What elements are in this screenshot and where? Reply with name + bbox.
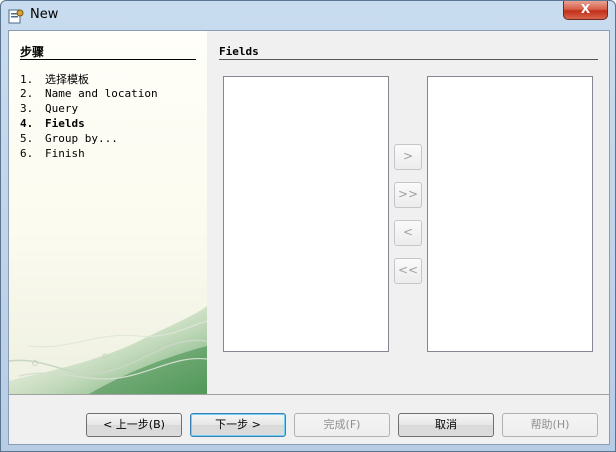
move-left-button[interactable]: <	[394, 220, 422, 246]
step-number: 3.	[20, 102, 34, 115]
step-number: 2.	[20, 87, 34, 100]
step-number: 4.	[20, 117, 34, 130]
step-item: 6. Finish	[20, 147, 85, 160]
wizard-window: New X 步骤 1. 选择模板 2. Name and location 3. Qu…	[0, 0, 616, 452]
step-item-active: 4. Fields	[20, 117, 85, 130]
close-button[interactable]: X	[563, 1, 608, 20]
step-label: Name and location	[45, 87, 158, 100]
next-button[interactable]: 下一步 >	[190, 413, 286, 437]
move-all-right-button[interactable]: >>	[394, 182, 422, 208]
step-item: 5. Group by...	[20, 132, 118, 145]
step-label: Fields	[45, 117, 85, 130]
page-title: Fields	[219, 45, 259, 58]
move-all-left-button[interactable]: <<	[394, 258, 422, 284]
fields-page: Fields > >> < <<	[207, 31, 609, 394]
finish-button[interactable]: 完成(F)	[294, 413, 390, 437]
footer-divider	[9, 394, 609, 395]
step-number: 1.	[20, 73, 34, 86]
close-icon: X	[580, 2, 591, 16]
window-title: New	[30, 7, 59, 22]
back-button[interactable]: < 上一步(B)	[86, 413, 182, 437]
help-button[interactable]: 帮助(H)	[502, 413, 598, 437]
steps-divider	[20, 59, 196, 60]
step-number: 5.	[20, 132, 34, 145]
step-label: Query	[45, 102, 79, 115]
steps-panel: 步骤 1. 选择模板 2. Name and location 3. Query 4.…	[9, 31, 207, 394]
step-item: 2. Name and location	[20, 87, 158, 100]
decorative-swirl-graphic	[9, 306, 207, 394]
move-right-button[interactable]: >	[394, 144, 422, 170]
step-item: 3. Query	[20, 102, 78, 115]
step-label: Group by...	[45, 132, 118, 145]
step-label: 选择模板	[45, 73, 89, 86]
steps-heading: 步骤	[20, 45, 45, 59]
cancel-button[interactable]: 取消	[398, 413, 494, 437]
step-number: 6.	[20, 147, 34, 160]
title-bar[interactable]: New X	[1, 1, 615, 30]
step-label: Finish	[45, 147, 85, 160]
selected-fields-list[interactable]	[427, 76, 593, 352]
app-icon	[8, 9, 24, 24]
title-divider	[219, 59, 598, 60]
available-fields-list[interactable]	[223, 76, 389, 352]
step-item: 1. 选择模板	[20, 71, 89, 87]
wizard-body: 步骤 1. 选择模板 2. Name and location 3. Query 4.…	[8, 30, 610, 445]
